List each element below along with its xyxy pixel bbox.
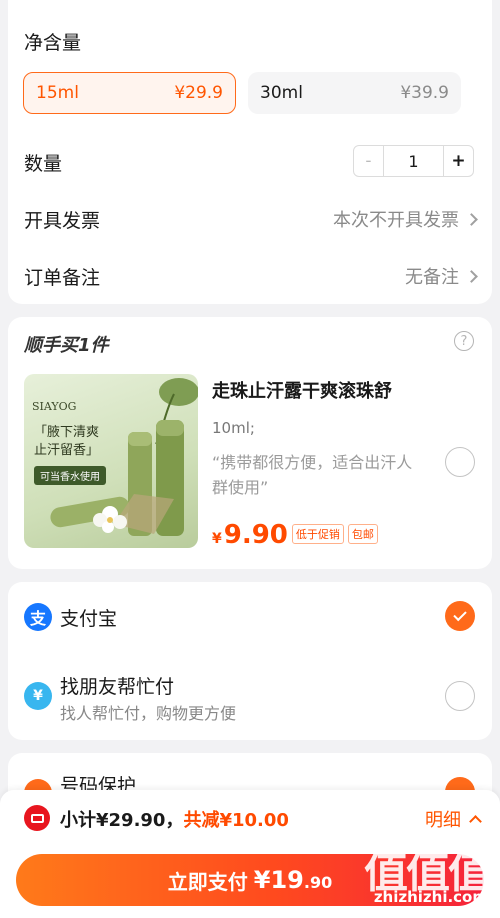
remark-label: 订单备注 — [24, 267, 101, 289]
payment-subtitle: 找人帮忙付，购物更方便 — [60, 704, 237, 723]
remark-selector[interactable]: 无备注 — [405, 263, 478, 289]
spec-option-30ml[interactable]: 30ml ¥39.9 — [248, 72, 461, 114]
order-options-card: 净含量 15ml ¥29.9 30ml ¥39.9 数量 - 1 + 开具发票 … — [8, 0, 492, 304]
quantity-label: 数量 — [24, 153, 63, 175]
quantity-plus-button[interactable]: + — [443, 146, 473, 176]
coupon-icon — [24, 805, 50, 831]
pay-label: 立即支付 — [167, 869, 248, 894]
payment-option-friend[interactable]: ¥ 找朋友帮忙付 找人帮忙付，购物更方便 — [8, 662, 492, 734]
help-icon[interactable]: ? — [454, 331, 474, 351]
spec-option-price: ¥29.9 — [174, 83, 223, 103]
watermark-url: zhizhizhi.com — [373, 888, 488, 906]
subtotal: 小计¥29.90， 共减¥10.00 — [60, 806, 289, 832]
addon-product-card: 顺手买1件 ? SIAYOG 「腋下清爽 止汗留香」 可当香水使用 走珠止汗露干… — [8, 317, 492, 569]
addon-select-radio[interactable] — [445, 447, 475, 477]
discount-amount: 共减¥10.00 — [183, 810, 289, 831]
payment-radio-unchecked[interactable] — [445, 681, 475, 711]
product-review-quote: “携带都很方便，适合出汗人群使用” — [212, 453, 413, 497]
subtotal-amount: 小计¥29.90， — [60, 810, 184, 831]
chevron-up-icon — [469, 815, 482, 828]
price-tag-promo: 低于促销 — [291, 524, 344, 544]
pay-amount: ¥19.90 — [254, 866, 332, 894]
detail-toggle[interactable]: 明细 — [425, 806, 482, 832]
product-badge: 可当香水使用 — [34, 466, 106, 485]
pay-amount-int: 19 — [270, 866, 304, 894]
product-spec: 10ml; — [212, 419, 255, 437]
friend-pay-icon: ¥ — [24, 682, 52, 710]
alipay-icon: 支 — [24, 603, 52, 631]
payment-option-alipay[interactable]: 支 支付宝 — [8, 582, 492, 652]
chevron-right-icon — [465, 212, 478, 226]
chevron-right-icon — [465, 269, 478, 283]
detail-label: 明细 — [425, 810, 461, 831]
payment-radio-checked[interactable] — [445, 601, 475, 631]
product-price: ¥ 9.90 低于促销 包邮 — [212, 520, 378, 550]
invoice-label: 开具发票 — [24, 210, 101, 232]
spec-option-15ml[interactable]: 15ml ¥29.9 — [23, 72, 236, 114]
quantity-value[interactable]: 1 — [384, 146, 443, 176]
pay-amount-dec: .90 — [303, 873, 333, 892]
product-brand: SIAYOG — [32, 400, 77, 413]
remark-value: 无备注 — [405, 267, 459, 288]
checkmark-icon — [453, 607, 467, 622]
spec-option-name: 15ml — [36, 83, 79, 103]
quantity-stepper: - 1 + — [353, 145, 474, 177]
payment-name: 支付宝 — [60, 608, 118, 630]
price-value: 9.90 — [223, 520, 288, 550]
invoice-value: 本次不开具发票 — [333, 210, 459, 231]
product-name[interactable]: 走珠止汗露干爽滚珠舒 — [212, 377, 392, 403]
product-image[interactable]: SIAYOG 「腋下清爽 止汗留香」 可当香水使用 — [24, 374, 198, 548]
payment-methods-card: 支 支付宝 ¥ 找朋友帮忙付 找人帮忙付，购物更方便 — [8, 582, 492, 740]
spec-option-name: 30ml — [260, 83, 303, 103]
pay-currency: ¥ — [253, 866, 271, 894]
addon-title: 顺手买1件 — [24, 335, 109, 356]
invoice-selector[interactable]: 本次不开具发票 — [333, 206, 478, 232]
quantity-minus-button[interactable]: - — [354, 146, 384, 176]
spec-option-price: ¥39.9 — [400, 83, 449, 103]
spec-label: 净含量 — [24, 32, 82, 54]
price-currency: ¥ — [212, 531, 222, 547]
payment-name: 找朋友帮忙付 — [60, 676, 175, 698]
price-tag-free-shipping: 包邮 — [347, 524, 378, 544]
product-slogan: 「腋下清爽 止汗留香」 — [34, 425, 100, 458]
